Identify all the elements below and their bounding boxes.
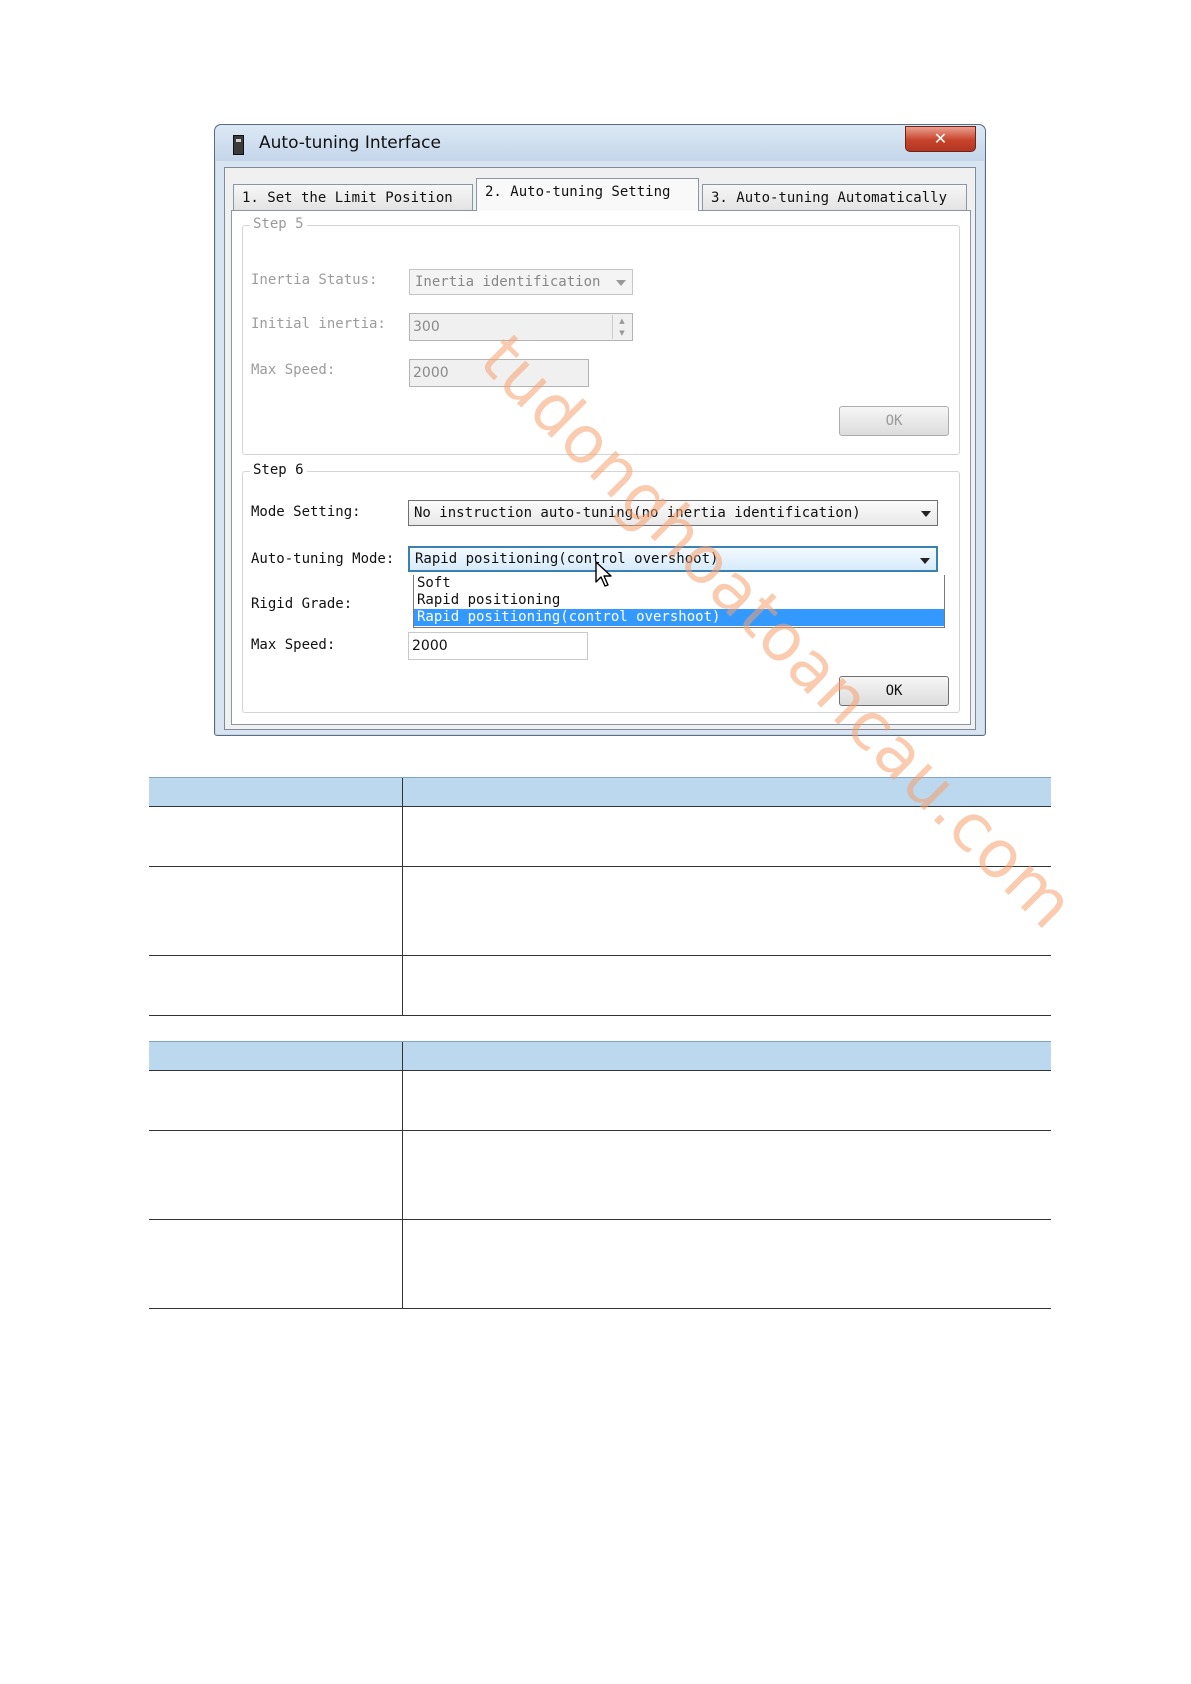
table-header xyxy=(149,1041,1051,1071)
table-row xyxy=(149,1131,1051,1220)
step6-legend: Step 6 xyxy=(250,462,307,478)
dropdown-option-rapid-positioning[interactable]: Rapid positioning xyxy=(414,592,944,609)
mouse-cursor-icon xyxy=(595,561,612,587)
step6-max-speed-field[interactable]: 2000 xyxy=(408,632,588,660)
tab-auto-tuning-automatically[interactable]: 3. Auto-tuning Automatically xyxy=(702,184,967,210)
table-cell xyxy=(149,1131,403,1219)
header-cell xyxy=(149,778,403,806)
table-cell xyxy=(149,1071,403,1130)
header-cell xyxy=(403,1042,1051,1070)
inertia-status-combo[interactable]: Inertia identification xyxy=(409,269,633,295)
table-header xyxy=(149,777,1051,807)
app-icon xyxy=(233,135,244,155)
initial-inertia-spinbox[interactable]: 300 ▲ ▼ xyxy=(409,313,633,341)
step6-max-speed-value: 2000 xyxy=(412,638,448,654)
auto-tuning-mode-value: Rapid positioning(control overshoot) xyxy=(415,551,719,567)
table-row xyxy=(149,1220,1051,1308)
title-bar[interactable]: Auto-tuning Interface ✕ xyxy=(215,125,985,161)
tab-set-limit-position[interactable]: 1. Set the Limit Position xyxy=(233,184,473,210)
table-1 xyxy=(149,777,1051,1016)
step5-legend: Step 5 xyxy=(250,216,307,232)
table-cell xyxy=(149,1220,403,1308)
table-cell xyxy=(403,867,1051,955)
dropdown-option-soft[interactable]: Soft xyxy=(414,575,944,592)
mode-setting-value: No instruction auto-tuning(no inertia id… xyxy=(414,505,861,521)
table-cell xyxy=(403,956,1051,1015)
header-cell xyxy=(403,778,1051,806)
table-cell xyxy=(149,807,403,866)
chevron-down-icon xyxy=(920,558,930,564)
rigid-grade-label: Rigid Grade: xyxy=(251,596,353,612)
auto-tuning-window: Auto-tuning Interface ✕ 1. Set the Limit… xyxy=(214,124,986,736)
table-row xyxy=(149,807,1051,867)
auto-tuning-mode-dropdown: Soft Rapid positioning Rapid positioning… xyxy=(413,575,945,628)
initial-inertia-label: Initial inertia: xyxy=(251,316,386,332)
mode-setting-combo[interactable]: No instruction auto-tuning(no inertia id… xyxy=(408,500,938,526)
step5-max-speed-field[interactable]: 2000 xyxy=(409,359,589,387)
window-client-area: 1. Set the Limit Position 2. Auto-tuning… xyxy=(224,167,976,730)
table-2 xyxy=(149,1041,1051,1309)
tab-auto-tuning-setting[interactable]: 2. Auto-tuning Setting xyxy=(476,178,699,211)
inertia-status-label: Inertia Status: xyxy=(251,272,378,288)
step5-ok-button[interactable]: OK xyxy=(839,406,949,436)
table-cell xyxy=(403,1071,1051,1130)
step5-max-speed-label: Max Speed: xyxy=(251,362,336,378)
mode-setting-label: Mode Setting: xyxy=(251,504,361,520)
spin-down-icon[interactable]: ▼ xyxy=(613,327,631,339)
step5-group: Step 5 Inertia Status: Inertia identific… xyxy=(242,216,960,455)
header-cell xyxy=(149,1042,403,1070)
table-cell xyxy=(403,807,1051,866)
table-row xyxy=(149,956,1051,1015)
table-row xyxy=(149,1071,1051,1131)
table-cell xyxy=(403,1131,1051,1219)
spin-buttons[interactable]: ▲ ▼ xyxy=(612,315,631,339)
chevron-down-icon xyxy=(921,511,931,517)
close-button[interactable]: ✕ xyxy=(905,126,976,152)
step6-ok-button[interactable]: OK xyxy=(839,676,949,706)
inertia-status-value: Inertia identification xyxy=(415,274,601,290)
chevron-down-icon xyxy=(616,280,626,286)
window-title: Auto-tuning Interface xyxy=(259,133,441,153)
spin-up-icon[interactable]: ▲ xyxy=(613,315,631,327)
step5-max-speed-value: 2000 xyxy=(413,365,449,381)
table-cell xyxy=(149,867,403,955)
auto-tuning-mode-combo[interactable]: Rapid positioning(control overshoot) xyxy=(408,546,938,572)
table-row xyxy=(149,867,1051,956)
table-cell xyxy=(149,956,403,1015)
auto-tuning-mode-label: Auto-tuning Mode: xyxy=(251,551,395,567)
tab-page: Step 5 Inertia Status: Inertia identific… xyxy=(231,210,971,725)
step6-max-speed-label: Max Speed: xyxy=(251,637,336,653)
dropdown-option-rapid-positioning-control-overshoot[interactable]: Rapid positioning(control overshoot) xyxy=(414,609,944,626)
initial-inertia-value: 300 xyxy=(413,319,440,335)
table-cell xyxy=(403,1220,1051,1308)
